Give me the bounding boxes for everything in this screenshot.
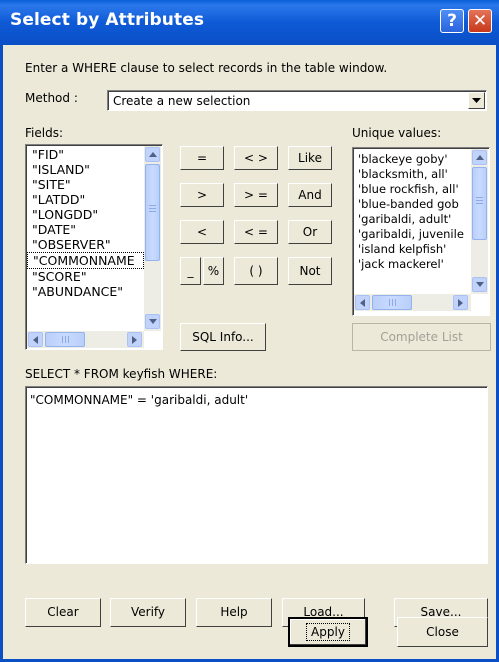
fields-hscroll-thumb[interactable]: [45, 332, 85, 347]
fields-vscrollbar[interactable]: [144, 146, 161, 331]
close-icon[interactable]: ✕: [468, 9, 492, 33]
where-clause-textarea[interactable]: "COMMONNAME" = 'garibaldi, adult': [25, 386, 488, 564]
unique-value-item[interactable]: 'island kelpfish': [356, 242, 470, 257]
scroll-down-icon[interactable]: [472, 277, 487, 292]
unique-value-item[interactable]: 'blue rockfish, all': [356, 182, 470, 197]
field-item[interactable]: "ISLAND": [27, 162, 144, 177]
less-equal-button[interactable]: < =: [234, 220, 278, 244]
like-button[interactable]: Like: [288, 146, 332, 170]
window-title: Select by Attributes: [10, 10, 205, 30]
field-item[interactable]: "OBSERVER": [27, 237, 144, 252]
window-frame-left: [0, 45, 3, 662]
unique-values-vscrollbar[interactable]: [471, 149, 488, 294]
underscore-button[interactable]: _: [180, 257, 201, 285]
not-equal-button[interactable]: < >: [234, 146, 278, 170]
sql-prefix-label: SELECT * FROM keyfish WHERE:: [25, 367, 218, 381]
field-item[interactable]: "FID": [27, 147, 144, 162]
less-than-button[interactable]: <: [180, 220, 224, 244]
unique-values-hscroll-thumb[interactable]: [372, 295, 412, 310]
fields-list[interactable]: "FID" "ISLAND" "SITE" "LATDD" "LONGDD" "…: [25, 144, 163, 350]
equals-button[interactable]: =: [180, 146, 224, 170]
method-label: Method :: [25, 91, 78, 105]
field-item[interactable]: "ABUNDANCE": [27, 284, 144, 299]
clear-button[interactable]: Clear: [25, 598, 101, 627]
greater-than-button[interactable]: >: [180, 183, 224, 207]
help-button[interactable]: Help: [196, 598, 272, 627]
close-button[interactable]: Close: [397, 617, 488, 647]
scroll-down-icon[interactable]: [145, 314, 160, 329]
unique-value-item[interactable]: 'blue-banded gob: [356, 197, 470, 212]
unique-value-item[interactable]: 'garibaldi, adult': [356, 212, 470, 227]
field-item[interactable]: "SCORE": [27, 269, 144, 284]
fields-scroll-thumb[interactable]: [145, 164, 160, 261]
field-item[interactable]: "LONGDD": [27, 207, 144, 222]
not-button[interactable]: Not: [288, 257, 332, 285]
apply-button[interactable]: Apply: [288, 617, 368, 647]
unique-value-item[interactable]: 'blackeye goby': [356, 152, 470, 167]
and-button[interactable]: And: [288, 183, 332, 207]
scroll-right-icon[interactable]: [127, 332, 142, 347]
field-item-selected[interactable]: "COMMONNAME: [27, 252, 144, 269]
scroll-up-icon[interactable]: [145, 147, 160, 162]
unique-values-list[interactable]: 'blackeye goby' 'blacksmith, all' 'blue …: [352, 147, 490, 316]
parentheses-button[interactable]: ( ): [234, 257, 278, 285]
apply-button-label: Apply: [306, 623, 350, 641]
unique-value-item[interactable]: 'blacksmith, all': [356, 167, 470, 182]
dropdown-arrow-icon[interactable]: [468, 92, 485, 109]
scroll-left-icon[interactable]: [355, 295, 370, 310]
field-item[interactable]: "LATDD": [27, 192, 144, 207]
greater-equal-button[interactable]: > =: [234, 183, 278, 207]
fields-hscrollbar[interactable]: [27, 331, 144, 348]
scroll-left-icon[interactable]: [28, 332, 43, 347]
verify-button[interactable]: Verify: [110, 598, 186, 627]
percent-button[interactable]: %: [203, 257, 224, 285]
complete-list-button[interactable]: Complete List: [352, 323, 491, 351]
unique-value-item[interactable]: 'garibaldi, juvenile: [356, 227, 470, 242]
unique-values-hscrollbar[interactable]: [354, 294, 471, 311]
or-button[interactable]: Or: [288, 220, 332, 244]
method-value: Create a new selection: [113, 94, 251, 108]
scroll-right-icon[interactable]: [453, 295, 468, 310]
fields-label: Fields:: [25, 126, 63, 140]
fields-list-items: "FID" "ISLAND" "SITE" "LATDD" "LONGDD" "…: [27, 147, 144, 331]
field-item[interactable]: "SITE": [27, 177, 144, 192]
help-title-button[interactable]: ?: [440, 9, 464, 33]
field-item[interactable]: "DATE": [27, 222, 144, 237]
scroll-up-icon[interactable]: [472, 150, 487, 165]
where-clause-text: "COMMONNAME" = 'garibaldi, adult': [30, 393, 249, 407]
unique-values-label: Unique values:: [352, 126, 442, 140]
instruction-text: Enter a WHERE clause to select records i…: [25, 61, 388, 75]
unique-values-items: 'blackeye goby' 'blacksmith, all' 'blue …: [356, 152, 470, 294]
sql-info-button[interactable]: SQL Info...: [180, 323, 266, 351]
method-dropdown[interactable]: Create a new selection: [107, 90, 487, 111]
unique-values-scroll-thumb[interactable]: [472, 167, 487, 240]
unique-value-item[interactable]: 'jack mackerel': [356, 257, 470, 272]
